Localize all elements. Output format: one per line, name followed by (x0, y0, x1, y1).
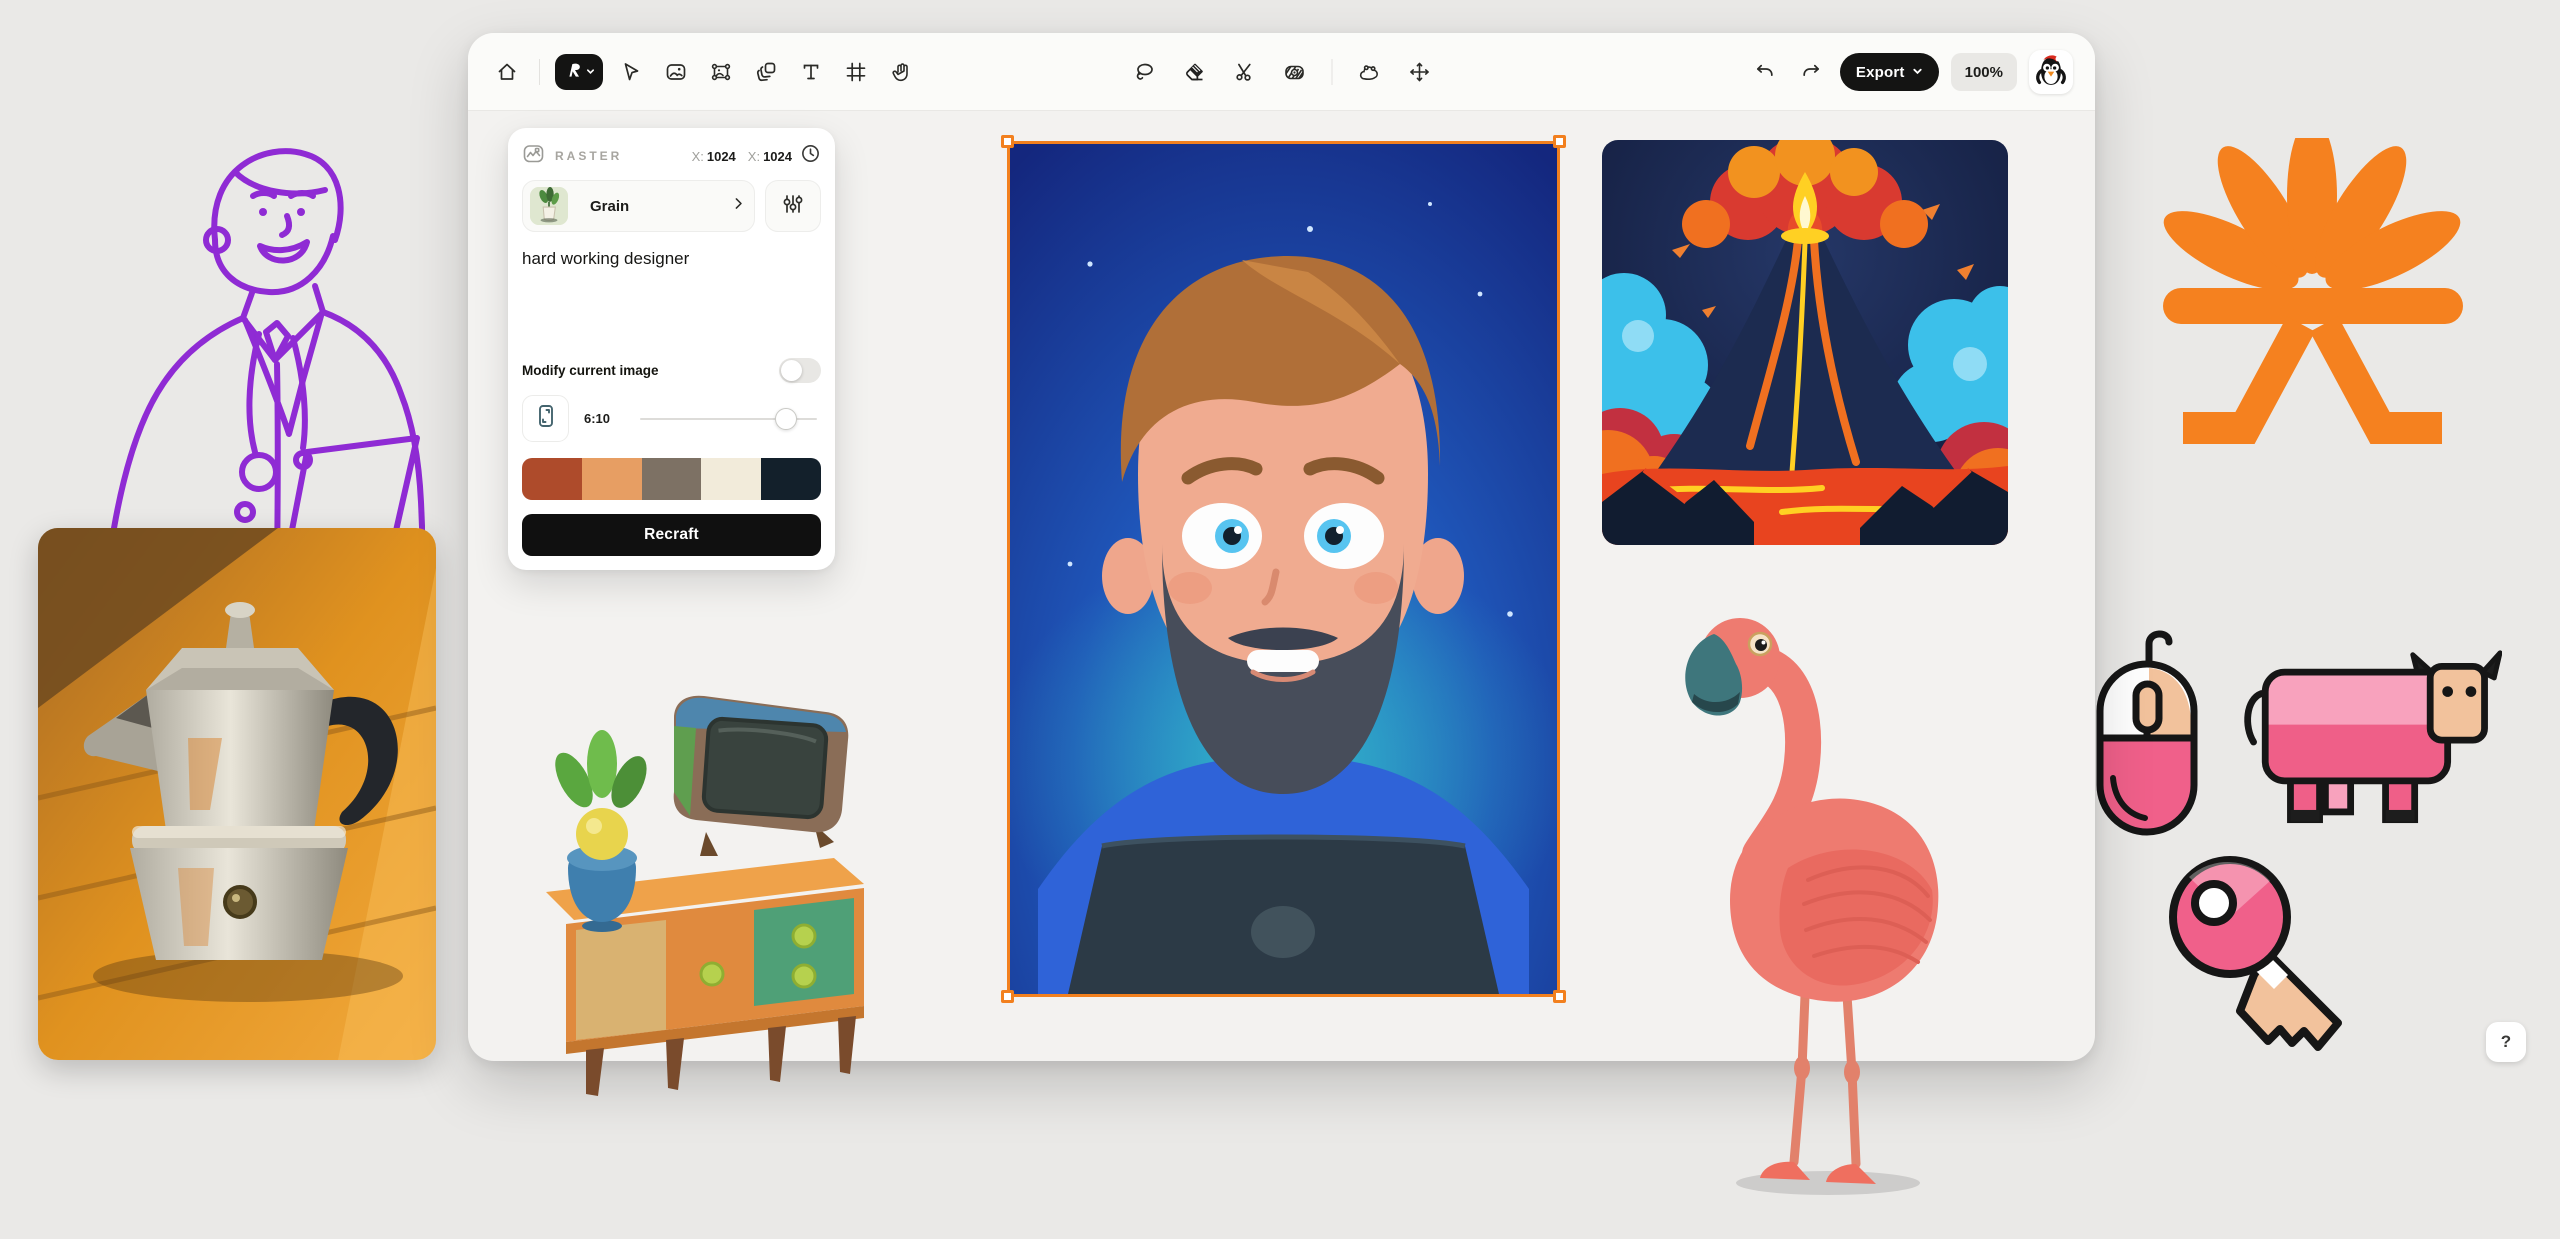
pink-cow-icon (2240, 648, 2502, 838)
palette-swatch[interactable] (642, 458, 702, 500)
style-settings-button[interactable] (765, 180, 821, 232)
zoom-level-value: 100% (1965, 64, 2003, 81)
toolbar-left-tools (490, 33, 918, 111)
sliders-icon (781, 192, 805, 221)
aspect-ratio-slider[interactable] (640, 407, 817, 431)
width-field-value: 1024 (707, 149, 736, 164)
recraft-generate-button[interactable]: Recraft (522, 514, 821, 556)
home-icon (495, 60, 519, 84)
aspect-ratio-value: 6:10 (584, 411, 610, 426)
style-thumbnail-potted-plant (530, 187, 568, 225)
height-field-label: X: (748, 149, 760, 164)
undo-button[interactable] (1748, 55, 1782, 89)
chevron-right-icon (730, 195, 747, 217)
modify-area-icon (1357, 60, 1381, 84)
flamingo-3d[interactable] (1678, 600, 1943, 1200)
slider-knob[interactable] (775, 408, 797, 430)
hand-tool-button[interactable] (884, 55, 918, 89)
tv-cabinet-3d[interactable] (516, 682, 878, 1096)
toolbar-center-tools (1127, 33, 1436, 111)
image-icon (664, 60, 688, 84)
pink-key-icon (2158, 845, 2363, 1053)
penguin-avatar-icon (2032, 51, 2070, 94)
palette-swatch[interactable] (701, 458, 761, 500)
undo-icon (1753, 60, 1777, 84)
raster-properties-panel: RASTER X:1024 X:1024 Grain hard working … (508, 128, 835, 570)
modify-current-image-label: Modify current image (522, 363, 779, 378)
panel-header: RASTER X:1024 X:1024 (522, 144, 821, 168)
portrait-ratio-icon (533, 403, 559, 434)
moka-pot-painting (38, 528, 436, 1060)
home-button[interactable] (490, 55, 524, 89)
history-clock-icon[interactable] (800, 143, 821, 169)
zoom-level-indicator[interactable]: 100% (1951, 53, 2017, 91)
cut-tool-button[interactable] (1227, 55, 1261, 89)
image-tool-button[interactable] (659, 55, 693, 89)
recraft-generate-button-label: Recraft (644, 526, 699, 544)
layers-icon (754, 60, 778, 84)
panel-type-label: RASTER (555, 149, 692, 163)
palette-swatch[interactable] (522, 458, 582, 500)
orange-palm-logo (2155, 138, 2470, 465)
recraft-logo-icon (564, 60, 584, 85)
texture-icon (1282, 60, 1306, 84)
redo-button[interactable] (1794, 55, 1828, 89)
prompt-input[interactable]: hard working designer (522, 248, 821, 352)
selection-handle-top-left[interactable] (1001, 135, 1014, 148)
aspect-ratio-button[interactable] (522, 395, 569, 442)
move-tool-button[interactable] (1402, 55, 1436, 89)
toolbar-divider (539, 59, 540, 85)
frame-tool-button[interactable] (839, 55, 873, 89)
help-button[interactable]: ? (2486, 1022, 2526, 1062)
lasso-tool-button[interactable] (1127, 55, 1161, 89)
height-field[interactable]: X:1024 (748, 149, 792, 164)
chevron-down-icon (586, 63, 595, 81)
user-avatar[interactable] (2029, 50, 2073, 94)
selection-handle-top-right[interactable] (1553, 135, 1566, 148)
selection-handle-bottom-left[interactable] (1001, 990, 1014, 1003)
palette-swatch[interactable] (582, 458, 642, 500)
width-field-label: X: (692, 149, 704, 164)
redo-icon (1799, 60, 1823, 84)
raster-type-icon (522, 142, 545, 170)
palette-swatch[interactable] (761, 458, 821, 500)
edit-image-tool-button[interactable] (704, 55, 738, 89)
toolbar: Export 100% (468, 33, 2095, 111)
export-button[interactable]: Export (1840, 53, 1939, 91)
image-select-icon (709, 60, 733, 84)
modify-current-image-toggle[interactable] (779, 358, 821, 383)
text-tool-button[interactable] (794, 55, 828, 89)
height-field-value: 1024 (763, 149, 792, 164)
toolbar-divider (1331, 59, 1332, 85)
selected-image-designer-portrait[interactable] (1010, 144, 1557, 994)
hand-icon (889, 60, 913, 84)
style-selector-value: Grain (590, 198, 730, 215)
frame-icon (844, 60, 868, 84)
selection-handle-bottom-right[interactable] (1553, 990, 1566, 1003)
pink-mouse-icon (2091, 626, 2203, 840)
export-button-label: Export (1856, 64, 1905, 81)
toolbar-right: Export 100% (1748, 33, 2073, 111)
recraft-marketing-screenshot: Export 100% ? (0, 0, 2560, 1239)
style-selector[interactable]: Grain (522, 180, 755, 232)
lasso-icon (1132, 60, 1156, 84)
move-icon (1407, 60, 1431, 84)
scissors-icon (1232, 60, 1256, 84)
toggle-knob (781, 360, 802, 381)
width-field[interactable]: X:1024 (692, 149, 736, 164)
layers-tool-button[interactable] (749, 55, 783, 89)
volcano-illustration[interactable] (1602, 140, 2008, 545)
recraft-tool-menu-button[interactable] (555, 54, 603, 90)
text-icon (799, 60, 823, 84)
color-palette (522, 458, 821, 500)
cursor-icon (619, 60, 643, 84)
help-button-label: ? (2501, 1032, 2511, 1052)
eraser-icon (1182, 60, 1206, 84)
select-tool-button[interactable] (614, 55, 648, 89)
eraser-tool-button[interactable] (1177, 55, 1211, 89)
texture-tool-button[interactable] (1277, 55, 1311, 89)
chevron-down-icon (1912, 64, 1923, 81)
modify-area-tool-button[interactable] (1352, 55, 1386, 89)
